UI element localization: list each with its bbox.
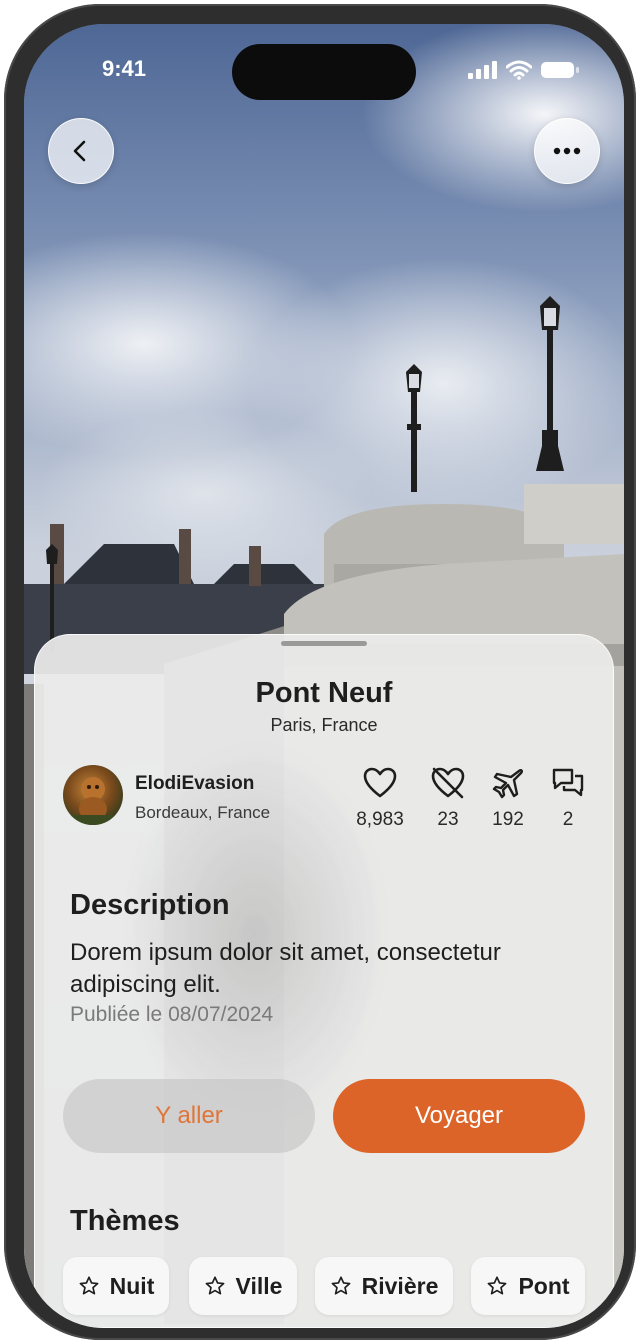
theme-chip-label: Pont — [518, 1272, 570, 1299]
wifi-icon — [506, 60, 532, 80]
star-icon — [487, 1276, 507, 1295]
star-icon — [205, 1276, 224, 1295]
author-name[interactable]: ElodiEvasion — [135, 773, 254, 795]
avatar-photo — [63, 777, 123, 825]
status-time: 9:41 — [102, 56, 147, 81]
likes-stat[interactable]: 8,983 — [345, 767, 415, 831]
themes-list: Nuit Ville Rivière Pont — [63, 1257, 603, 1317]
ellipsis-icon — [553, 147, 581, 155]
details-sheet: Pont Neuf Paris, France ElodiEvasion Bor… — [34, 634, 614, 1328]
theme-chip-label: Ville — [235, 1272, 283, 1299]
screen: 9:41 Pont Neuf Paris, France ElodiEvasio… — [24, 24, 624, 1328]
signal-icon — [468, 61, 497, 79]
battery-icon — [541, 62, 579, 78]
theme-chip-label: Rivière — [361, 1272, 439, 1299]
theme-chip-ville[interactable]: Ville — [189, 1257, 297, 1315]
star-icon — [331, 1276, 351, 1295]
author-location: Bordeaux, France — [135, 803, 271, 822]
chevron-left-icon — [73, 140, 86, 162]
heart-off-icon — [431, 767, 465, 799]
published-date: Publiée le 08/07/2024 — [70, 1003, 274, 1026]
go-button[interactable]: Y aller — [63, 1079, 315, 1153]
theme-chip-pont[interactable]: Pont — [471, 1257, 585, 1315]
travel-button[interactable]: Voyager — [333, 1079, 585, 1153]
back-button[interactable] — [48, 118, 114, 184]
dynamic-island — [232, 44, 416, 100]
plane-icon — [492, 768, 524, 799]
status-icons — [468, 60, 580, 80]
star-icon — [79, 1276, 99, 1295]
theme-chip-nuit[interactable]: Nuit — [63, 1257, 169, 1315]
likes-count: 8,983 — [356, 809, 404, 830]
comments-count: 2 — [562, 809, 574, 830]
comments-icon — [552, 768, 584, 797]
theme-chip-label: Nuit — [109, 1272, 155, 1299]
phone-frame: 9:41 Pont Neuf Paris, France ElodiEvasio… — [4, 4, 636, 1340]
more-options-button[interactable] — [534, 118, 600, 184]
street-lamp — [406, 364, 422, 492]
description-heading: Description — [70, 889, 230, 921]
comments-stat[interactable]: 2 — [533, 767, 603, 831]
description-text: Dorem ipsum dolor sit amet, consectetur … — [70, 939, 501, 998]
heart-icon — [363, 767, 397, 798]
avatar[interactable] — [63, 765, 123, 825]
place-location: Paris, France — [270, 715, 378, 735]
sheet-grabber[interactable] — [281, 641, 367, 646]
place-title: Pont Neuf — [255, 677, 393, 709]
street-lamp — [536, 296, 564, 471]
theme-chip-riviere[interactable]: Rivière — [315, 1257, 453, 1315]
themes-heading: Thèmes — [70, 1205, 180, 1237]
